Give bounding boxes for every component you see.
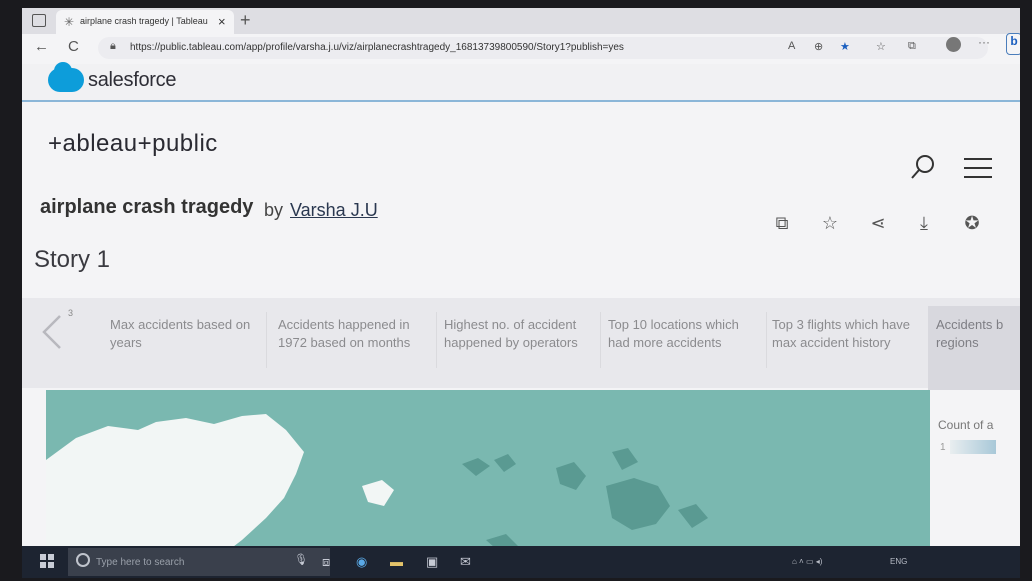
browser-tab[interactable]: ✳ airplane crash tragedy | Tableau × <box>56 10 234 34</box>
copy-icon[interactable]: ⧉ <box>770 212 794 234</box>
tray-icons[interactable]: ⌂ ˄ ▭ ◂) <box>792 557 822 566</box>
tab-title: airplane crash tragedy | Tableau <box>80 16 208 26</box>
profile-icon[interactable] <box>946 37 961 52</box>
windows-taskbar: Type here to search 🎙︎ ⧈ ◉ ▬ ▣ ✉ ⌂ ˄ ▭ ◂… <box>22 546 1020 578</box>
tray-language[interactable]: ENG <box>890 557 907 566</box>
story-point-1[interactable]: Max accidents based on years <box>110 306 256 390</box>
viz-title: airplane crash tragedy <box>40 196 254 218</box>
collections-icon[interactable]: ⧉ <box>908 40 916 53</box>
zoom-icon[interactable]: ⊕ <box>814 40 823 53</box>
salesforce-brand[interactable]: salesforce <box>88 69 176 92</box>
tab-bar: ✳ airplane crash tragedy | Tableau × + <box>22 8 1020 34</box>
favorite-star-icon[interactable]: ★ <box>840 40 850 53</box>
story-title: Story 1 <box>34 246 111 273</box>
back-button[interactable]: ← <box>34 38 49 55</box>
favorites-icon[interactable]: ☆ <box>876 40 886 53</box>
windows-start-icon[interactable] <box>40 554 54 568</box>
store-icon[interactable]: ▣ <box>426 554 438 570</box>
map-view[interactable] <box>46 390 930 560</box>
tab-close-button[interactable]: × <box>218 14 226 29</box>
tableau-favicon-icon: ✳ <box>64 15 75 29</box>
story-point-4[interactable]: Top 10 locations which had more accident… <box>608 306 758 390</box>
story-point-3[interactable]: Highest no. of accident happened by oper… <box>444 306 592 390</box>
badge-icon[interactable]: ✪ <box>960 212 984 234</box>
salesforce-cloud-icon[interactable] <box>48 62 84 92</box>
taskbar-search-placeholder: Type here to search <box>96 557 185 568</box>
address-bar-row: ← C 🔒︎ https://public.tableau.com/app/pr… <box>22 33 1020 64</box>
story-point-divider <box>266 312 267 368</box>
taskbar-search-field[interactable]: Type here to search 🎙︎ <box>68 548 330 576</box>
salesforce-bar: salesforce <box>22 62 1020 102</box>
url-field[interactable]: 🔒︎ https://public.tableau.com/app/profil… <box>98 37 988 59</box>
share-icon[interactable]: ⋖ <box>866 212 890 234</box>
more-icon[interactable]: ··· <box>978 35 990 49</box>
refresh-button[interactable]: C <box>68 38 79 55</box>
lock-icon: 🔒︎ <box>110 40 116 52</box>
search-icon[interactable] <box>910 154 936 180</box>
microphone-icon[interactable]: 🎙︎ <box>294 553 308 566</box>
story-point-divider <box>436 312 437 368</box>
url-text[interactable]: https://public.tableau.com/app/profile/v… <box>130 42 624 53</box>
legend-title: Count of a <box>938 418 994 432</box>
map-land-shapes <box>46 390 930 560</box>
read-aloud-icon[interactable]: A <box>788 40 795 52</box>
mail-icon[interactable]: ✉ <box>460 554 471 570</box>
story-point-6[interactable]: Accidents b regions <box>928 306 1020 390</box>
favorite-icon[interactable]: ☆ <box>818 212 842 234</box>
download-icon[interactable]: ⤓ <box>912 212 936 234</box>
story-point-5[interactable]: Top 3 flights which have max accident hi… <box>772 306 912 390</box>
previous-arrow-icon[interactable] <box>40 312 66 352</box>
legend-value: 1 <box>940 442 946 453</box>
browser-screen: ✳ airplane crash tragedy | Tableau × + ←… <box>22 8 1020 578</box>
search-circle-icon <box>76 553 90 567</box>
legend-color-bar <box>950 440 996 454</box>
story-point-divider <box>600 312 601 368</box>
hamburger-menu-icon[interactable] <box>964 158 992 180</box>
story-point-divider <box>766 312 767 368</box>
story-navigator: 3 Max accidents based on years Accidents… <box>22 298 1020 390</box>
viz-by-label: by <box>264 200 284 220</box>
window-menu-icon[interactable] <box>32 14 46 27</box>
tableau-header: +ableau+public airplane crash tragedy by… <box>22 100 1020 300</box>
author-link[interactable]: Varsha J.U <box>290 200 378 221</box>
bing-icon[interactable]: b <box>1006 33 1020 55</box>
tableau-public-logo[interactable]: +ableau+public <box>48 130 218 158</box>
new-tab-button[interactable]: + <box>240 10 251 31</box>
task-view-icon[interactable]: ⧈ <box>322 554 330 570</box>
file-explorer-icon[interactable]: ▬ <box>390 554 403 569</box>
edge-browser-icon[interactable]: ◉ <box>356 554 367 570</box>
story-point-number: 3 <box>68 308 74 318</box>
story-point-2[interactable]: Accidents happened in 1972 based on mont… <box>278 306 428 390</box>
